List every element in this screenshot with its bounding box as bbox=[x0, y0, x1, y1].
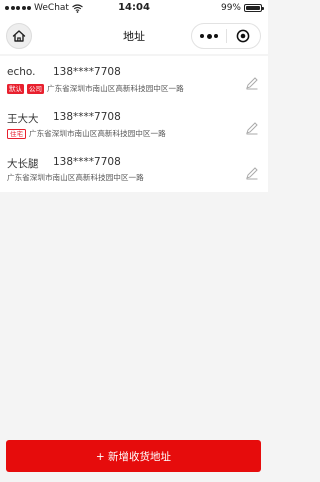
nav-bar: 地址 bbox=[0, 18, 268, 54]
carrier-label: WeChat bbox=[34, 3, 69, 13]
edit-icon[interactable] bbox=[245, 121, 259, 135]
capsule-menu bbox=[191, 23, 261, 49]
address-item[interactable]: 大长腿 138****7708 广东省深圳市南山区高新科技园中区一路 bbox=[0, 148, 268, 193]
capsule-close-icon bbox=[237, 29, 250, 43]
battery-fill bbox=[246, 6, 260, 10]
status-bar: WeChat 14:04 99% bbox=[0, 0, 268, 18]
contact-phone: 138****7708 bbox=[53, 111, 121, 123]
wifi-icon bbox=[72, 3, 83, 13]
edit-icon[interactable] bbox=[245, 166, 259, 180]
edit-icon[interactable] bbox=[245, 76, 259, 90]
address-line: 住宅 广东省深圳市南山区高新科技园中区一路 bbox=[7, 128, 166, 139]
more-icon bbox=[200, 34, 204, 38]
contact-name: 大长腿 bbox=[7, 158, 39, 170]
address-text: 广东省深圳市南山区高新科技园中区一路 bbox=[29, 129, 166, 138]
more-button[interactable] bbox=[192, 24, 226, 48]
address-line: 默认 公司 广东省深圳市南山区高新科技园中区一路 bbox=[7, 83, 184, 94]
home-button[interactable] bbox=[6, 23, 32, 49]
address-page: WeChat 14:04 99% 地址 echo. 138****7708 默认… bbox=[0, 0, 268, 482]
contact-phone: 138****7708 bbox=[53, 66, 121, 78]
capsule-close-button[interactable] bbox=[227, 24, 260, 48]
contact-name: 王大大 bbox=[7, 113, 39, 125]
address-text: 广东省深圳市南山区高新科技园中区一路 bbox=[47, 84, 184, 93]
signal-icon bbox=[5, 6, 31, 10]
home-icon bbox=[12, 30, 26, 42]
address-list: echo. 138****7708 默认 公司 广东省深圳市南山区高新科技园中区… bbox=[0, 56, 268, 192]
add-address-button[interactable]: + 新增收货地址 bbox=[6, 440, 261, 472]
status-left: WeChat bbox=[5, 3, 83, 13]
tag-company: 公司 bbox=[27, 83, 44, 94]
battery-icon bbox=[244, 4, 264, 12]
address-text: 广东省深圳市南山区高新科技园中区一路 bbox=[7, 173, 144, 182]
battery-percent: 99% bbox=[220, 3, 241, 13]
contact-name: echo. bbox=[7, 66, 36, 78]
address-item[interactable]: 王大大 138****7708 住宅 广东省深圳市南山区高新科技园中区一路 bbox=[0, 103, 268, 148]
add-address-label: + 新增收货地址 bbox=[95, 450, 172, 463]
status-right: 99% bbox=[220, 3, 264, 13]
tag-default: 默认 bbox=[7, 83, 24, 94]
tag-home: 住宅 bbox=[7, 128, 26, 139]
address-item[interactable]: echo. 138****7708 默认 公司 广东省深圳市南山区高新科技园中区… bbox=[0, 58, 268, 103]
contact-phone: 138****7708 bbox=[53, 156, 121, 168]
address-line: 广东省深圳市南山区高新科技园中区一路 bbox=[7, 172, 144, 183]
